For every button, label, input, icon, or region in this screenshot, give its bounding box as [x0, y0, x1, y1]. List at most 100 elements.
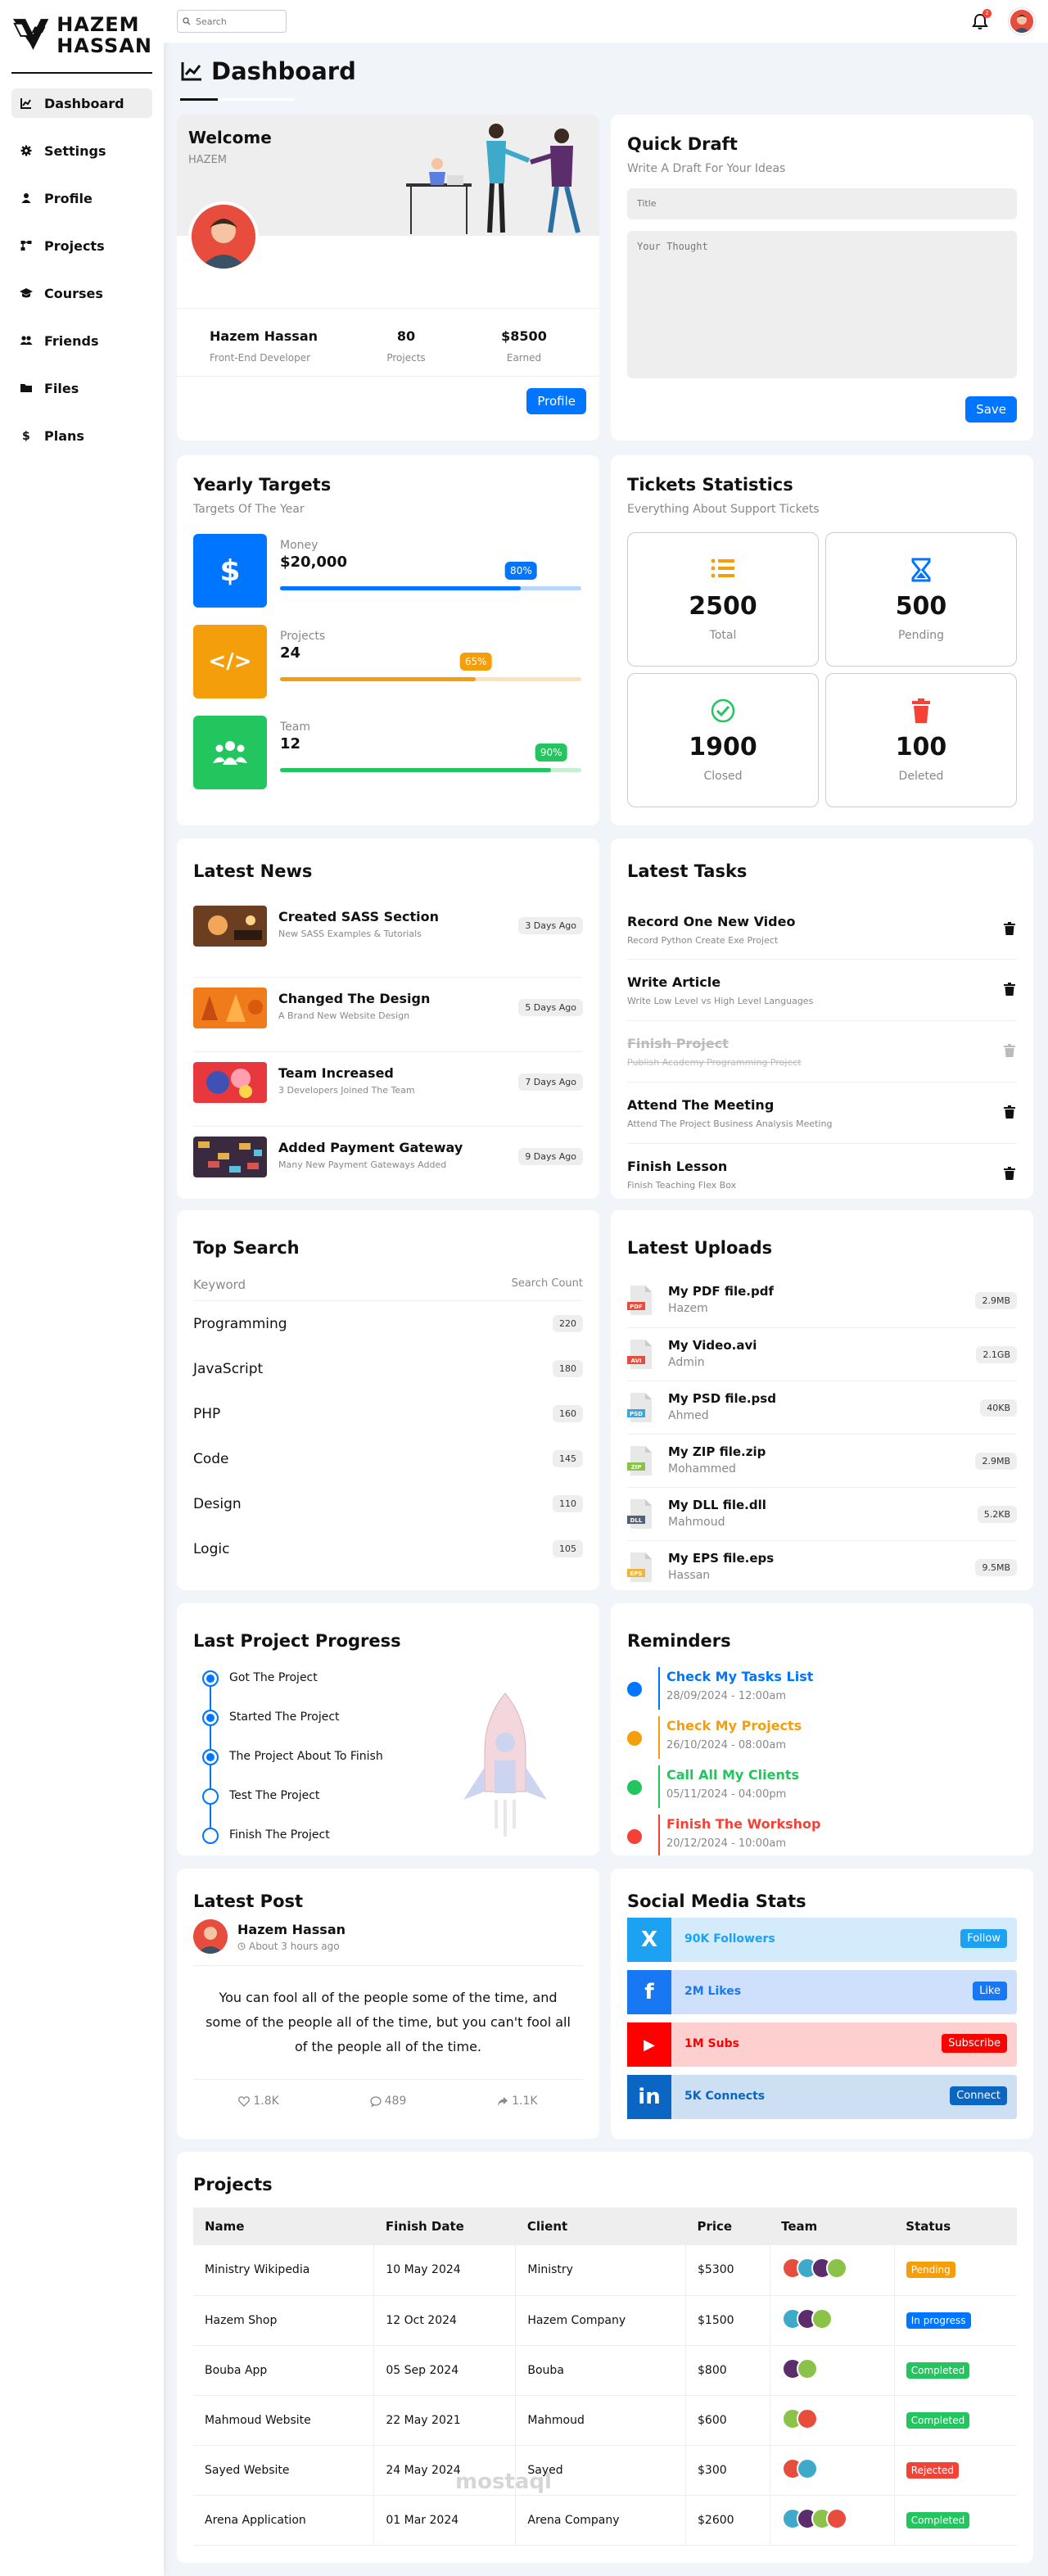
task-item[interactable]: Finish Project Publish Academy Programmin… — [627, 1020, 1017, 1081]
tasks-title: Latest Tasks — [627, 861, 748, 881]
ticket-label: Pending — [898, 629, 944, 642]
ticket-closed: 1900 Closed — [627, 673, 819, 807]
sidebar-item-label: Friends — [44, 332, 99, 349]
ticket-deleted: 100 Deleted — [825, 673, 1017, 807]
upload-item[interactable]: PSD My PSD file.psd Ahmed 40KB — [627, 1381, 1017, 1433]
news-date-badge: 5 Days Ago — [518, 999, 583, 1016]
sidebar-item-files[interactable]: Files — [11, 373, 152, 403]
svg-text:ZIP: ZIP — [631, 1464, 642, 1471]
team-member-avatar — [825, 2507, 847, 2529]
news-item[interactable]: Created SASS Section New SASS Examples & … — [193, 902, 583, 960]
trash-icon[interactable] — [1004, 983, 1015, 999]
top-search-card: Top Search Keyword Search Count Programm… — [177, 1210, 599, 1590]
draft-body-textarea[interactable]: Your Thought — [627, 231, 1017, 378]
file-avi-icon: AVI — [627, 1340, 653, 1372]
progress-step-dot — [202, 1749, 219, 1765]
news-item[interactable]: Added Payment Gateway Many New Payment Ga… — [193, 1126, 583, 1183]
table-row[interactable]: Hazem Shop 12 Oct 2024 Hazem Company $1500 I… — [193, 2295, 1017, 2346]
project-team — [769, 2495, 895, 2546]
notifications-button[interactable]: 2 — [971, 9, 992, 30]
upload-item[interactable]: ZIP My ZIP file.zip Mohammed 2.9MB — [627, 1434, 1017, 1486]
table-row[interactable]: Arena Application 01 Mar 2024 Arena Compan… — [193, 2495, 1017, 2546]
sidebar-item-settings[interactable]: Settings — [11, 136, 152, 165]
post-shares: 1.1K — [512, 2095, 538, 2108]
brand-logo[interactable]: HAZEM HASSAN — [11, 10, 152, 74]
sidebar-item-label: Profile — [44, 190, 93, 206]
users-icon — [20, 334, 33, 347]
sidebar-item-plans[interactable]: $ Plans — [11, 421, 152, 450]
search-placeholder: Search — [196, 16, 227, 27]
reminder-item[interactable]: Check My Tasks List 28/09/2024 - 12:00am — [627, 1665, 1017, 1710]
search-input[interactable]: Search — [177, 10, 287, 33]
target-money-icon: $ — [193, 534, 267, 608]
social-subscribe-button[interactable]: Subscribe — [942, 2034, 1007, 2053]
reminder-item[interactable]: Finish The Workshop 20/12/2024 - 10:00am — [627, 1813, 1017, 1855]
task-item[interactable]: Write Article Write Low Level vs High Lev… — [627, 959, 1017, 1019]
sidebar-item-projects[interactable]: Projects — [11, 231, 152, 260]
table-row[interactable]: Mahmoud Website 22 May 2021 Mahmoud $600 Com… — [193, 2395, 1017, 2446]
sidebar-item-friends[interactable]: Friends — [11, 326, 152, 355]
reminder-item[interactable]: Call All My Clients 05/11/2024 - 04:00pm — [627, 1764, 1017, 1808]
upload-item[interactable]: DLL My DLL file.dll Mahmoud 5.2KB — [627, 1487, 1017, 1539]
news-item[interactable]: Changed The Design A Brand New Website De… — [193, 977, 583, 1034]
top-search-header: Keyword Search Count — [193, 1277, 583, 1301]
welcome-illustration — [406, 124, 580, 234]
watermark: mostaql — [455, 2470, 552, 2494]
project-price: $800 — [685, 2345, 770, 2396]
team-member-avatar — [796, 2407, 818, 2429]
news-item[interactable]: Team Increased 3 Developers Joined The Te… — [193, 1051, 583, 1109]
trash-icon[interactable] — [1004, 1167, 1015, 1183]
reminder-item[interactable]: Check My Projects 26/10/2024 - 08:00am — [627, 1715, 1017, 1759]
draft-title-input[interactable]: Title — [627, 188, 1017, 219]
user-avatar[interactable] — [1009, 8, 1035, 34]
table-row[interactable]: Bouba App 05 Sep 2024 Bouba $800 Completed — [193, 2345, 1017, 2396]
upload-name: My DLL file.dll — [668, 1498, 766, 1512]
upload-item[interactable]: AVI My Video.avi Admin 2.1GB — [627, 1327, 1017, 1380]
search-keyword: PHP — [193, 1405, 221, 1422]
like-button[interactable]: 1.8K — [238, 2095, 279, 2108]
upload-item[interactable]: EPS My EPS file.eps Hassan 9.5MB — [627, 1540, 1017, 1590]
welcome-card: Welcome HAZEM Hazem Hassan Front-End Dev — [177, 115, 599, 441]
top-search-col-count: Search Count — [511, 1277, 583, 1290]
post-comments: 489 — [384, 2095, 407, 2108]
project-team — [769, 2245, 895, 2296]
task-item[interactable]: Finish Lesson Finish Teaching Flex Box — [627, 1143, 1017, 1199]
upload-name: My PDF file.pdf — [668, 1284, 774, 1299]
task-item[interactable]: Attend The Meeting Attend The Project Bus… — [627, 1082, 1017, 1142]
social-connect-button[interactable]: Connect — [950, 2086, 1007, 2105]
sidebar-item-dashboard[interactable]: Dashboard — [11, 88, 152, 118]
upload-item[interactable]: PDF My PDF file.pdf Hazem 2.9MB — [627, 1274, 1017, 1326]
post-author: Hazem Hassan — [237, 1921, 346, 1937]
share-button[interactable]: 1.1K — [497, 2095, 538, 2108]
task-title: Finish Project — [627, 1036, 729, 1051]
sidebar-item-courses[interactable]: Courses — [11, 278, 152, 308]
search-keyword-row: Programming 220 — [193, 1301, 583, 1346]
column-header-status: Status — [894, 2208, 1017, 2245]
social-follow-button[interactable]: Follow — [960, 1929, 1007, 1948]
progress-step-label: Finish The Project — [229, 1828, 330, 1842]
save-button[interactable]: Save — [965, 396, 1017, 423]
reminder-dot — [627, 1829, 642, 1844]
social-stat-text: 5K Connects — [684, 2090, 766, 2103]
news-desc: Many New Payment Gateways Added — [278, 1159, 447, 1170]
news-title: Team Increased — [278, 1065, 394, 1081]
trash-icon[interactable] — [1004, 1044, 1015, 1060]
target-projects-icon: </> — [193, 625, 267, 698]
sidebar-item-profile[interactable]: Profile — [11, 183, 152, 213]
trash-icon[interactable] — [1004, 1105, 1015, 1122]
table-row[interactable]: Sayed Website 24 May 2024 Sayed $300 Rejecte… — [193, 2445, 1017, 2496]
x-icon: X — [627, 1918, 671, 1962]
news-thumbnail — [193, 1062, 267, 1103]
project-client: Mahmoud — [515, 2395, 686, 2446]
profile-button[interactable]: Profile — [526, 388, 586, 414]
list-icon — [628, 558, 818, 584]
trash-icon[interactable] — [1004, 922, 1015, 938]
check-circle-icon — [628, 698, 818, 725]
search-keyword: Code — [193, 1450, 229, 1467]
task-item[interactable]: Record One New Video Record Python Create… — [627, 897, 1017, 958]
status-badge: In progress — [906, 2312, 971, 2329]
social-like-button[interactable]: Like — [973, 1982, 1007, 2000]
table-row[interactable]: Ministry Wikipedia 10 May 2024 Ministry $53… — [193, 2245, 1017, 2296]
reminder-dot — [627, 1682, 642, 1697]
comment-button[interactable]: 489 — [369, 2095, 407, 2108]
